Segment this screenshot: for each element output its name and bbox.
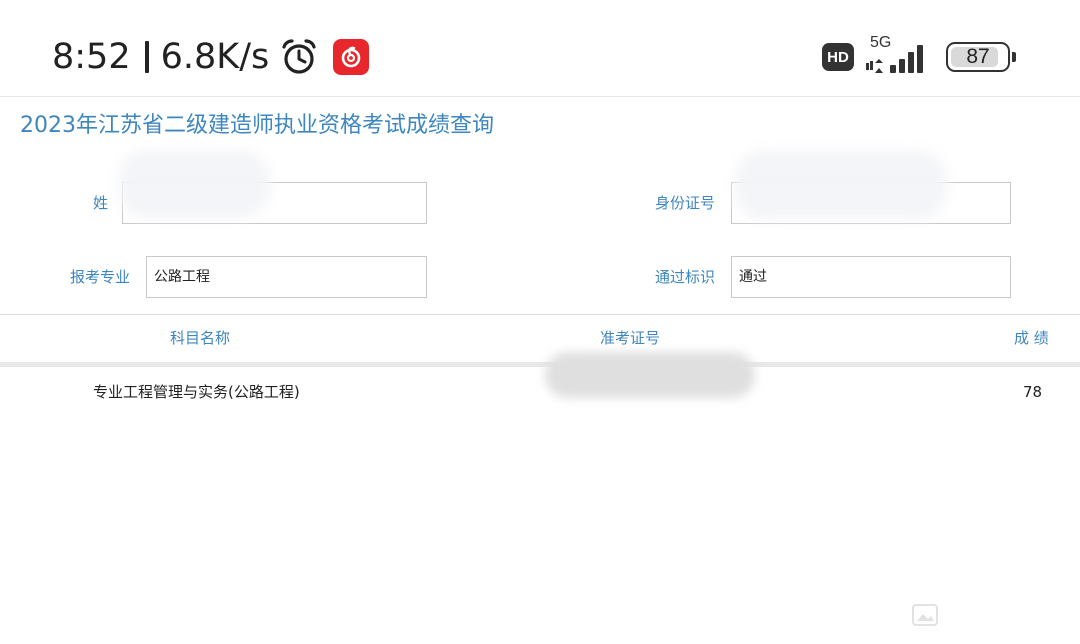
name-redaction	[118, 150, 270, 218]
network-type-label: 5G	[870, 34, 892, 51]
status-left: 8:52 6.8K/s	[52, 34, 370, 80]
id-number-label: 身份证号	[655, 194, 716, 212]
header-ticket-number: 准考证号	[600, 329, 661, 347]
battery-tip	[1012, 52, 1016, 62]
cellular-signal: 5G	[866, 34, 932, 77]
name-label: 姓	[93, 194, 109, 212]
table-top-border	[0, 314, 1080, 315]
major-label: 报考专业	[70, 268, 131, 286]
page-title: 2023年江苏省二级建造师执业资格考试成绩查询	[20, 113, 494, 138]
status-bar: 8:52 6.8K/s HD 5G 87	[0, 0, 1080, 97]
alarm-clock-icon	[282, 39, 316, 74]
header-score: 成 绩	[1014, 329, 1049, 347]
header-subject-name: 科目名称	[170, 329, 231, 347]
network-speed: 6.8K/s	[160, 37, 270, 77]
battery-indicator: 87	[946, 42, 1010, 72]
row-subject-name: 专业工程管理与实务(公路工程)	[93, 383, 300, 401]
status-right: HD 5G 87	[822, 34, 1016, 78]
pass-flag-field[interactable]: 通过	[731, 256, 1011, 298]
clock-time: 8:52	[52, 37, 131, 77]
image-watermark-icon	[912, 604, 938, 626]
table-header-border	[0, 362, 1080, 367]
music-app-icon	[333, 39, 370, 75]
major-field[interactable]: 公路工程	[146, 256, 427, 298]
battery-level: 87	[966, 45, 990, 68]
id-number-redaction	[735, 150, 947, 220]
hd-voice-badge: HD	[822, 43, 854, 71]
row-score: 78	[1023, 383, 1043, 401]
status-separator	[144, 41, 149, 73]
pass-flag-label: 通过标识	[655, 268, 716, 286]
score-query-screen: 8:52 6.8K/s HD 5G 87 2023年江苏省二级建造师执业资格考试…	[0, 0, 1080, 644]
ticket-number-redaction	[545, 352, 755, 398]
